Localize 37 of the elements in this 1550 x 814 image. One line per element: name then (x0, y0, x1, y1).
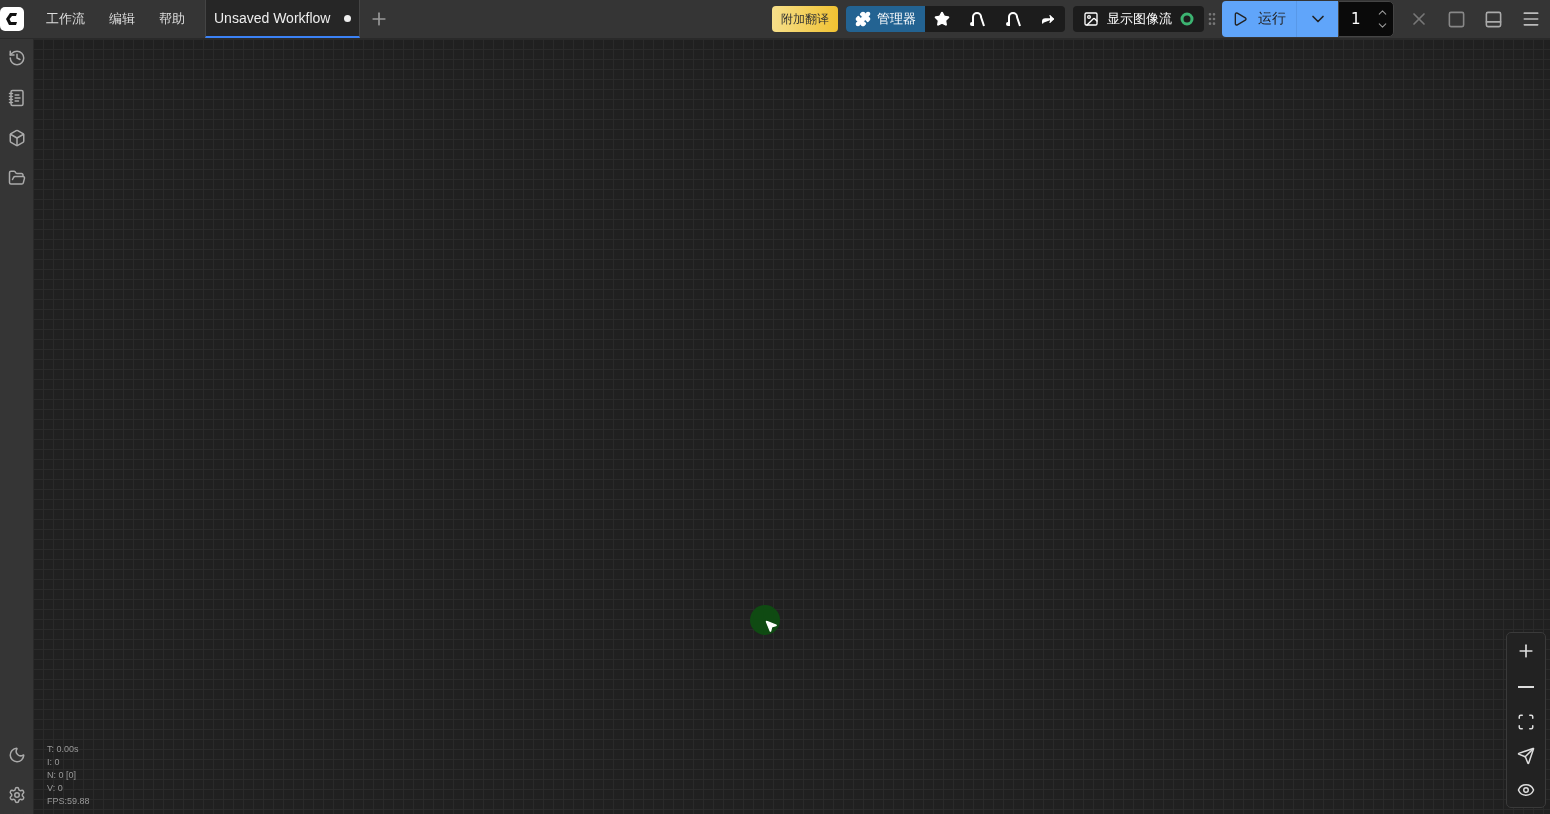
stat-text: T: 0.00s (47, 743, 80, 756)
stat-text: N: 0 [0] (47, 769, 77, 782)
play-icon (1232, 11, 1248, 27)
bottom-panel-icon (1484, 9, 1503, 29)
cube-icon[interactable] (7, 129, 26, 147)
menu-item[interactable]: 编辑 (97, 0, 147, 38)
stat-text: V: 0 (47, 782, 64, 795)
menu-icon (1521, 9, 1541, 29)
pointer-icon (764, 619, 778, 633)
folder-icon[interactable] (7, 169, 26, 187)
image-icon (1083, 11, 1099, 27)
manager-button[interactable]: 管理器 (846, 6, 925, 32)
star-icon (934, 11, 950, 27)
translate-button[interactable]: 附加翻译 (772, 6, 838, 32)
run-button[interactable]: 运行 (1222, 1, 1296, 37)
notebook-icon[interactable] (7, 89, 26, 107)
puzzle-icon (855, 11, 871, 27)
fit-view-icon (1517, 713, 1535, 731)
batch-count-field[interactable]: 1 (1338, 1, 1394, 37)
eye-icon (1517, 781, 1535, 799)
stat-text: I: 0 (47, 756, 61, 769)
stat-text: FPS:59.88 (47, 795, 90, 808)
unsaved-dot-icon (344, 14, 352, 22)
click-highlight (750, 605, 780, 635)
history-icon[interactable] (7, 49, 26, 67)
send-button[interactable] (1515, 745, 1537, 767)
node-canvas[interactable]: T: 0.00s I: 0 N: 0 [0] V: 0 FPS:59.88 (33, 39, 1550, 814)
image-feed-button[interactable]: 显示图像流 (1073, 6, 1204, 32)
settings-icon[interactable] (7, 786, 26, 804)
send-icon (1517, 747, 1535, 765)
menu-item[interactable]: 工作流 (34, 0, 97, 38)
workflow-tab[interactable]: Unsaved Workflow (205, 0, 361, 38)
square-icon (1447, 9, 1466, 29)
minus-icon (1518, 686, 1534, 688)
app-logo[interactable] (0, 7, 24, 31)
moon-icon[interactable] (7, 746, 26, 764)
menu-item[interactable]: 帮助 (147, 0, 197, 38)
